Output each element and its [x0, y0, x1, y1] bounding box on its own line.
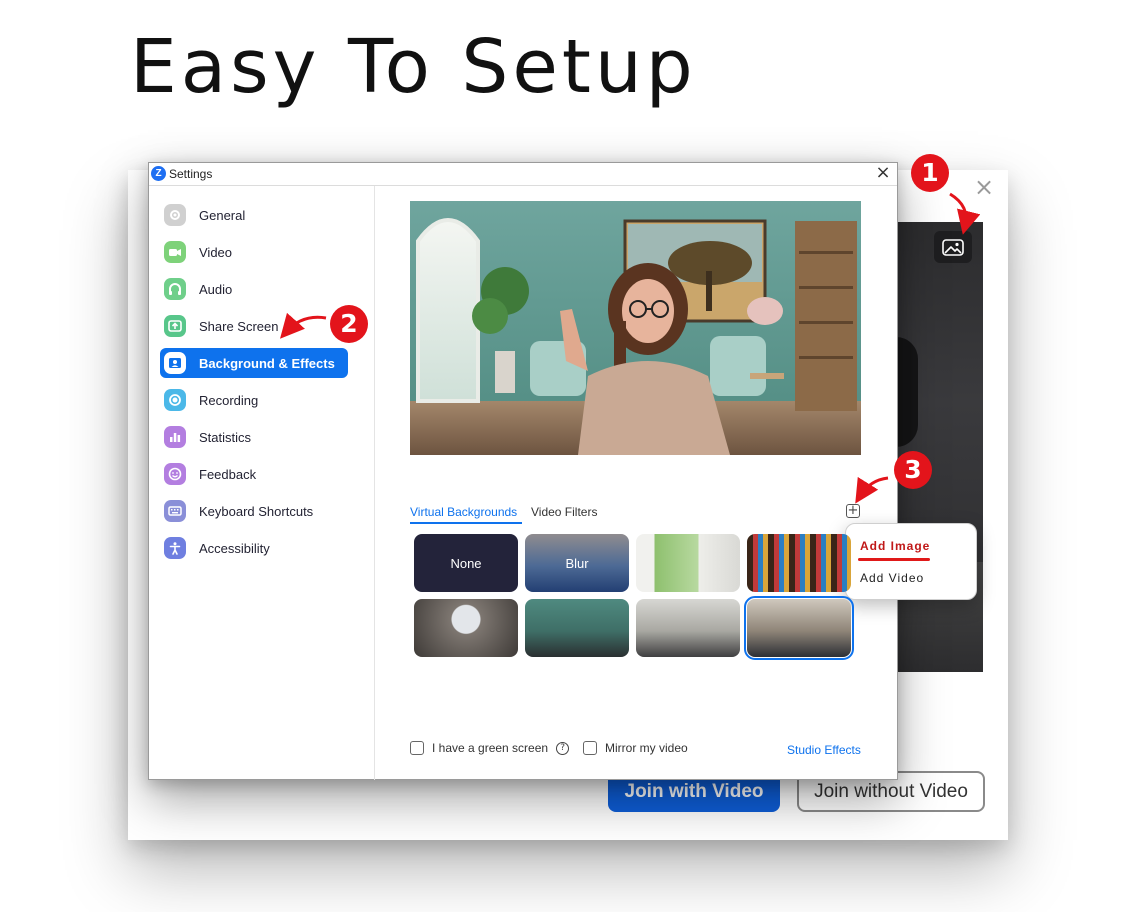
background-thumb-garden[interactable]	[636, 534, 740, 592]
background-thumb-living-room[interactable]	[636, 599, 740, 657]
sidebar-item-audio[interactable]: Audio	[160, 274, 348, 304]
sidebar-item-background-effects[interactable]: Background & Effects	[160, 348, 348, 378]
recording-icon	[164, 389, 186, 411]
tab-video-filters[interactable]: Video Filters	[531, 505, 597, 519]
sidebar-item-keyboard-shortcuts[interactable]: Keyboard Shortcuts	[160, 496, 348, 526]
sidebar-item-video[interactable]: Video	[160, 237, 348, 267]
preview-close-icon[interactable]: ×	[972, 175, 996, 200]
video-preview-panel	[896, 222, 983, 672]
thumb-label: None	[450, 555, 482, 571]
person-portrait-icon	[164, 352, 186, 374]
tab-virtual-backgrounds[interactable]: Virtual Backgrounds	[410, 505, 522, 524]
add-image-menu-item[interactable]: Add Image	[860, 539, 930, 553]
sidebar-item-accessibility[interactable]: Accessibility	[160, 533, 348, 563]
sidebar-item-recording[interactable]: Recording	[160, 385, 348, 415]
thumb-label: Blur	[565, 555, 589, 571]
headline: Easy To Setup	[130, 24, 697, 110]
add-image-underline	[858, 558, 930, 561]
headphones-icon	[164, 278, 186, 300]
background-thumb-none[interactable]: None	[414, 534, 518, 592]
sidebar-item-label: Accessibility	[199, 540, 270, 556]
background-thumb-green-room[interactable]	[525, 599, 629, 657]
background-thumb-blur[interactable]: Blur	[525, 534, 629, 592]
sidebar-item-label: Keyboard Shortcuts	[199, 503, 314, 519]
background-thumb-modern-room[interactable]	[744, 596, 854, 660]
preview-silhouette	[896, 337, 918, 447]
bar-chart-icon	[164, 426, 186, 448]
sidebar-item-label: Video	[199, 244, 233, 260]
sidebar-item-statistics[interactable]: Statistics	[160, 422, 348, 452]
video-camera-icon	[164, 241, 186, 263]
settings-titlebar: Z Settings ×	[149, 163, 897, 186]
accessibility-icon	[164, 537, 186, 559]
step-badge-3: 3	[894, 451, 932, 489]
background-image-button[interactable]	[934, 231, 972, 263]
sidebar-item-label: General	[199, 207, 246, 223]
window-title: Settings	[169, 167, 213, 181]
background-preview-image	[410, 201, 861, 455]
gear-icon	[164, 204, 186, 226]
background-thumb-bookshelf[interactable]	[747, 534, 851, 592]
sidebar-item-label: Share Screen	[199, 318, 279, 334]
green-screen-option[interactable]: I have a green screen ?	[410, 741, 570, 755]
share-screen-icon	[164, 315, 186, 337]
sidebar-item-label: Recording	[199, 392, 259, 408]
sidebar-item-general[interactable]: General	[160, 200, 348, 230]
sidebar-item-label: Statistics	[199, 429, 252, 445]
studio-effects-link[interactable]: Studio Effects	[787, 743, 861, 757]
zoom-logo-icon: Z	[151, 166, 166, 181]
add-menu: Add Image Add Video	[845, 523, 977, 600]
background-thumb-lounge[interactable]	[414, 599, 518, 657]
step-badge-2: 2	[330, 305, 368, 343]
smiley-icon	[164, 463, 186, 485]
image-icon	[942, 238, 964, 256]
settings-close-icon[interactable]: ×	[873, 163, 893, 185]
mirror-video-label: Mirror my video	[605, 741, 688, 755]
add-background-button[interactable]: +	[846, 504, 860, 518]
help-icon[interactable]: ?	[556, 741, 570, 755]
sidebar-item-label: Feedback	[199, 466, 257, 482]
green-screen-checkbox[interactable]	[410, 741, 424, 755]
green-screen-label: I have a green screen	[432, 741, 549, 755]
mirror-video-option[interactable]: Mirror my video	[583, 741, 688, 755]
sidebar-item-label: Audio	[199, 281, 233, 297]
keyboard-icon	[164, 500, 186, 522]
add-video-menu-item[interactable]: Add Video	[860, 571, 924, 585]
sidebar-item-feedback[interactable]: Feedback	[160, 459, 348, 489]
step-badge-1: 1	[911, 154, 949, 192]
settings-sidebar: General Video Audio Share Screen Background …	[149, 186, 375, 780]
sidebar-item-share-screen[interactable]: Share Screen	[160, 311, 348, 341]
mirror-video-checkbox[interactable]	[583, 741, 597, 755]
sidebar-item-label: Background & Effects	[199, 355, 335, 371]
